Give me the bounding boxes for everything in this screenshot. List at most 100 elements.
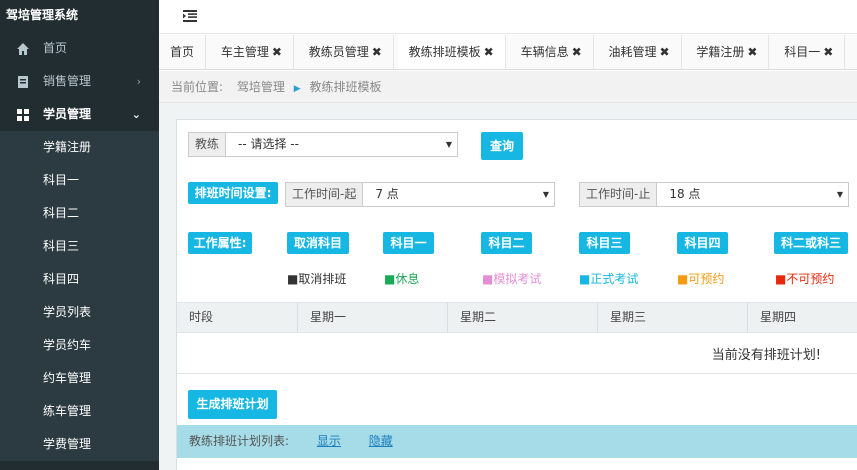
tab-label: 学籍注册	[696, 45, 745, 59]
submenu-item-subject-three[interactable]: 科目三	[0, 230, 159, 263]
subject-three-button[interactable]: 科目三	[579, 232, 630, 254]
column-header-thursday: 星期四	[760, 310, 797, 324]
submenu-item-tuition-mgmt[interactable]: 学费管理	[0, 428, 159, 461]
show-link[interactable]: 显示	[317, 434, 341, 448]
close-icon[interactable]: ✖	[272, 45, 282, 59]
tab-subject-one[interactable]: 科目一 ✖	[773, 35, 846, 69]
coach-label: 教练	[189, 133, 227, 156]
tab-fuel-mgmt[interactable]: 油耗管理 ✖	[597, 35, 682, 69]
legend-mock-exam: ■模拟考试	[482, 272, 542, 286]
sidebar-item-label: 学员管理	[43, 107, 92, 121]
submenu-item-booking-mgmt[interactable]: 约车管理	[0, 362, 159, 395]
menu-toggle-icon[interactable]	[183, 10, 197, 22]
chevron-right-icon: ›	[136, 75, 141, 88]
end-time-select[interactable]: 18 点 ▼	[657, 183, 848, 206]
column-header-period: 时段	[177, 303, 298, 332]
schedule-panel: 教练 -- 请选择 -- ▼ 查询 排班时间设置: 工作时间-起 7 点 ▼ 工…	[176, 119, 857, 470]
tab-enrollment[interactable]: 学籍注册 ✖	[685, 35, 770, 69]
submenu-item-practice-mgmt[interactable]: 练车管理	[0, 395, 159, 428]
start-time-group: 工作时间-起 7 点 ▼	[285, 182, 555, 207]
tab-bar: 首页 车主管理 ✖ 教练员管理 ✖ 教练排班模板 ✖ 车辆信息 ✖ 油耗管理 ✖ 学籍注册…	[159, 35, 857, 70]
coach-select[interactable]: -- 请选择 -- ▼	[226, 133, 457, 156]
plan-list-label: 教练排班计划列表:	[189, 434, 290, 448]
chevron-down-icon: ⌄	[131, 108, 141, 121]
column-header-monday: 星期一	[298, 303, 448, 332]
home-icon	[17, 43, 29, 55]
legend-formal-exam: ■正式考试	[579, 272, 639, 286]
subject-one-button[interactable]: 科目一	[383, 232, 434, 254]
tab-label: 油耗管理	[608, 45, 657, 59]
sidebar-item-students[interactable]: 学员管理 ⌄	[0, 98, 159, 131]
tab-label: 教练排班模板	[408, 45, 481, 59]
tab-coach-schedule-template[interactable]: 教练排班模板 ✖	[397, 35, 506, 69]
close-icon[interactable]: ✖	[659, 45, 669, 59]
top-header	[159, 0, 857, 34]
end-time-group: 工作时间-止 18 点 ▼	[579, 182, 849, 207]
caret-down-icon: ▼	[542, 190, 549, 199]
cancel-subject-button[interactable]: 取消科目	[287, 232, 349, 254]
caret-down-icon: ▼	[445, 140, 452, 149]
sidebar: 驾培管理系统 首页 销售管理 › 学员管理 ⌄ 学籍注册 科目一 科目二 科目三…	[0, 0, 159, 470]
empty-message: 当前没有排班计划!	[711, 348, 821, 363]
end-time-label: 工作时间-止	[580, 183, 658, 206]
close-icon[interactable]: ✖	[372, 45, 382, 59]
subject-four-button[interactable]: 科目四	[677, 232, 728, 254]
app-brand: 驾培管理系统	[0, 0, 159, 32]
sidebar-item-label: 销售管理	[43, 74, 92, 88]
submenu-students: 学籍注册 科目一 科目二 科目三 科目四 学员列表 学员约车 约车管理 练车管理…	[0, 131, 159, 461]
caret-down-icon: ▼	[836, 190, 843, 199]
submenu-item-subject-two[interactable]: 科目二	[0, 197, 159, 230]
schedule-time-label: 排班时间设置:	[188, 182, 278, 204]
breadcrumb: 当前位置: 驾培管理 ▶ 教练排班模板	[159, 71, 857, 103]
tab-label: 教练员管理	[308, 45, 369, 59]
close-icon[interactable]: ✖	[747, 45, 757, 59]
tab-label: 首页	[170, 45, 195, 59]
plan-list-bar: 教练排班计划列表: 显示 隐藏	[177, 425, 857, 458]
tab-label: 科目一	[784, 45, 821, 59]
tab-owner-mgmt[interactable]: 车主管理 ✖	[210, 35, 294, 69]
submenu-item-subject-four[interactable]: 科目四	[0, 263, 159, 296]
main-content: 教练 -- 请选择 -- ▼ 查询 排班时间设置: 工作时间-起 7 点 ▼ 工…	[159, 103, 857, 470]
start-time-label: 工作时间-起	[286, 183, 364, 206]
query-button[interactable]: 查询	[481, 132, 523, 160]
coach-select-value: -- 请选择 --	[238, 137, 299, 151]
legend-rest: ■休息	[384, 272, 420, 286]
schedule-table-header: 时段 星期一 星期二 星期三 星期四	[177, 302, 857, 333]
work-attr-label: 工作属性:	[188, 232, 252, 254]
subject-two-or-three-button[interactable]: 科二或科三	[774, 232, 848, 254]
coach-select-group: 教练 -- 请选择 -- ▼	[188, 132, 458, 157]
breadcrumb-prefix: 当前位置:	[171, 80, 224, 94]
close-icon[interactable]: ✖	[484, 45, 494, 59]
breadcrumb-parent[interactable]: 驾培管理	[237, 80, 285, 94]
grid-icon	[17, 109, 29, 121]
column-header-wednesday: 星期三	[598, 303, 748, 332]
tab-label: 车主管理	[220, 45, 269, 59]
end-time-value: 18 点	[669, 187, 701, 201]
submenu-item-student-list[interactable]: 学员列表	[0, 296, 159, 329]
submenu-item-student-booking[interactable]: 学员约车	[0, 329, 159, 362]
tab-coach-mgmt[interactable]: 教练员管理 ✖	[298, 35, 394, 69]
submenu-item-enrollment[interactable]: 学籍注册	[0, 131, 159, 164]
start-time-select[interactable]: 7 点 ▼	[363, 183, 554, 206]
sidebar-item-label: 首页	[43, 41, 68, 55]
legend-bookable: ■可预约	[677, 272, 725, 286]
tab-label: 车辆信息	[520, 45, 569, 59]
table-empty-row: 当前没有排班计划!	[177, 333, 857, 374]
start-time-value: 7 点	[375, 187, 399, 201]
tab-vehicle-info[interactable]: 车辆信息 ✖	[510, 35, 594, 69]
sidebar-item-home[interactable]: 首页	[0, 32, 159, 65]
submenu-item-subject-one[interactable]: 科目一	[0, 164, 159, 197]
column-header-tuesday: 星期二	[448, 303, 598, 332]
close-icon[interactable]: ✖	[572, 45, 582, 59]
caret-right-icon: ▶	[293, 84, 301, 94]
generate-schedule-button[interactable]: 生成排班计划	[188, 390, 277, 419]
hide-link[interactable]: 隐藏	[369, 434, 393, 448]
legend-not-bookable: ■不可预约	[775, 272, 835, 286]
tab-home[interactable]: 首页	[159, 35, 207, 69]
legend-cancel-schedule: ■取消排班	[287, 272, 347, 286]
document-icon	[18, 76, 28, 88]
close-icon[interactable]: ✖	[823, 45, 833, 59]
subject-two-button[interactable]: 科目二	[481, 232, 532, 254]
sidebar-item-sales[interactable]: 销售管理 ›	[0, 65, 159, 98]
breadcrumb-current: 教练排班模板	[309, 80, 382, 94]
